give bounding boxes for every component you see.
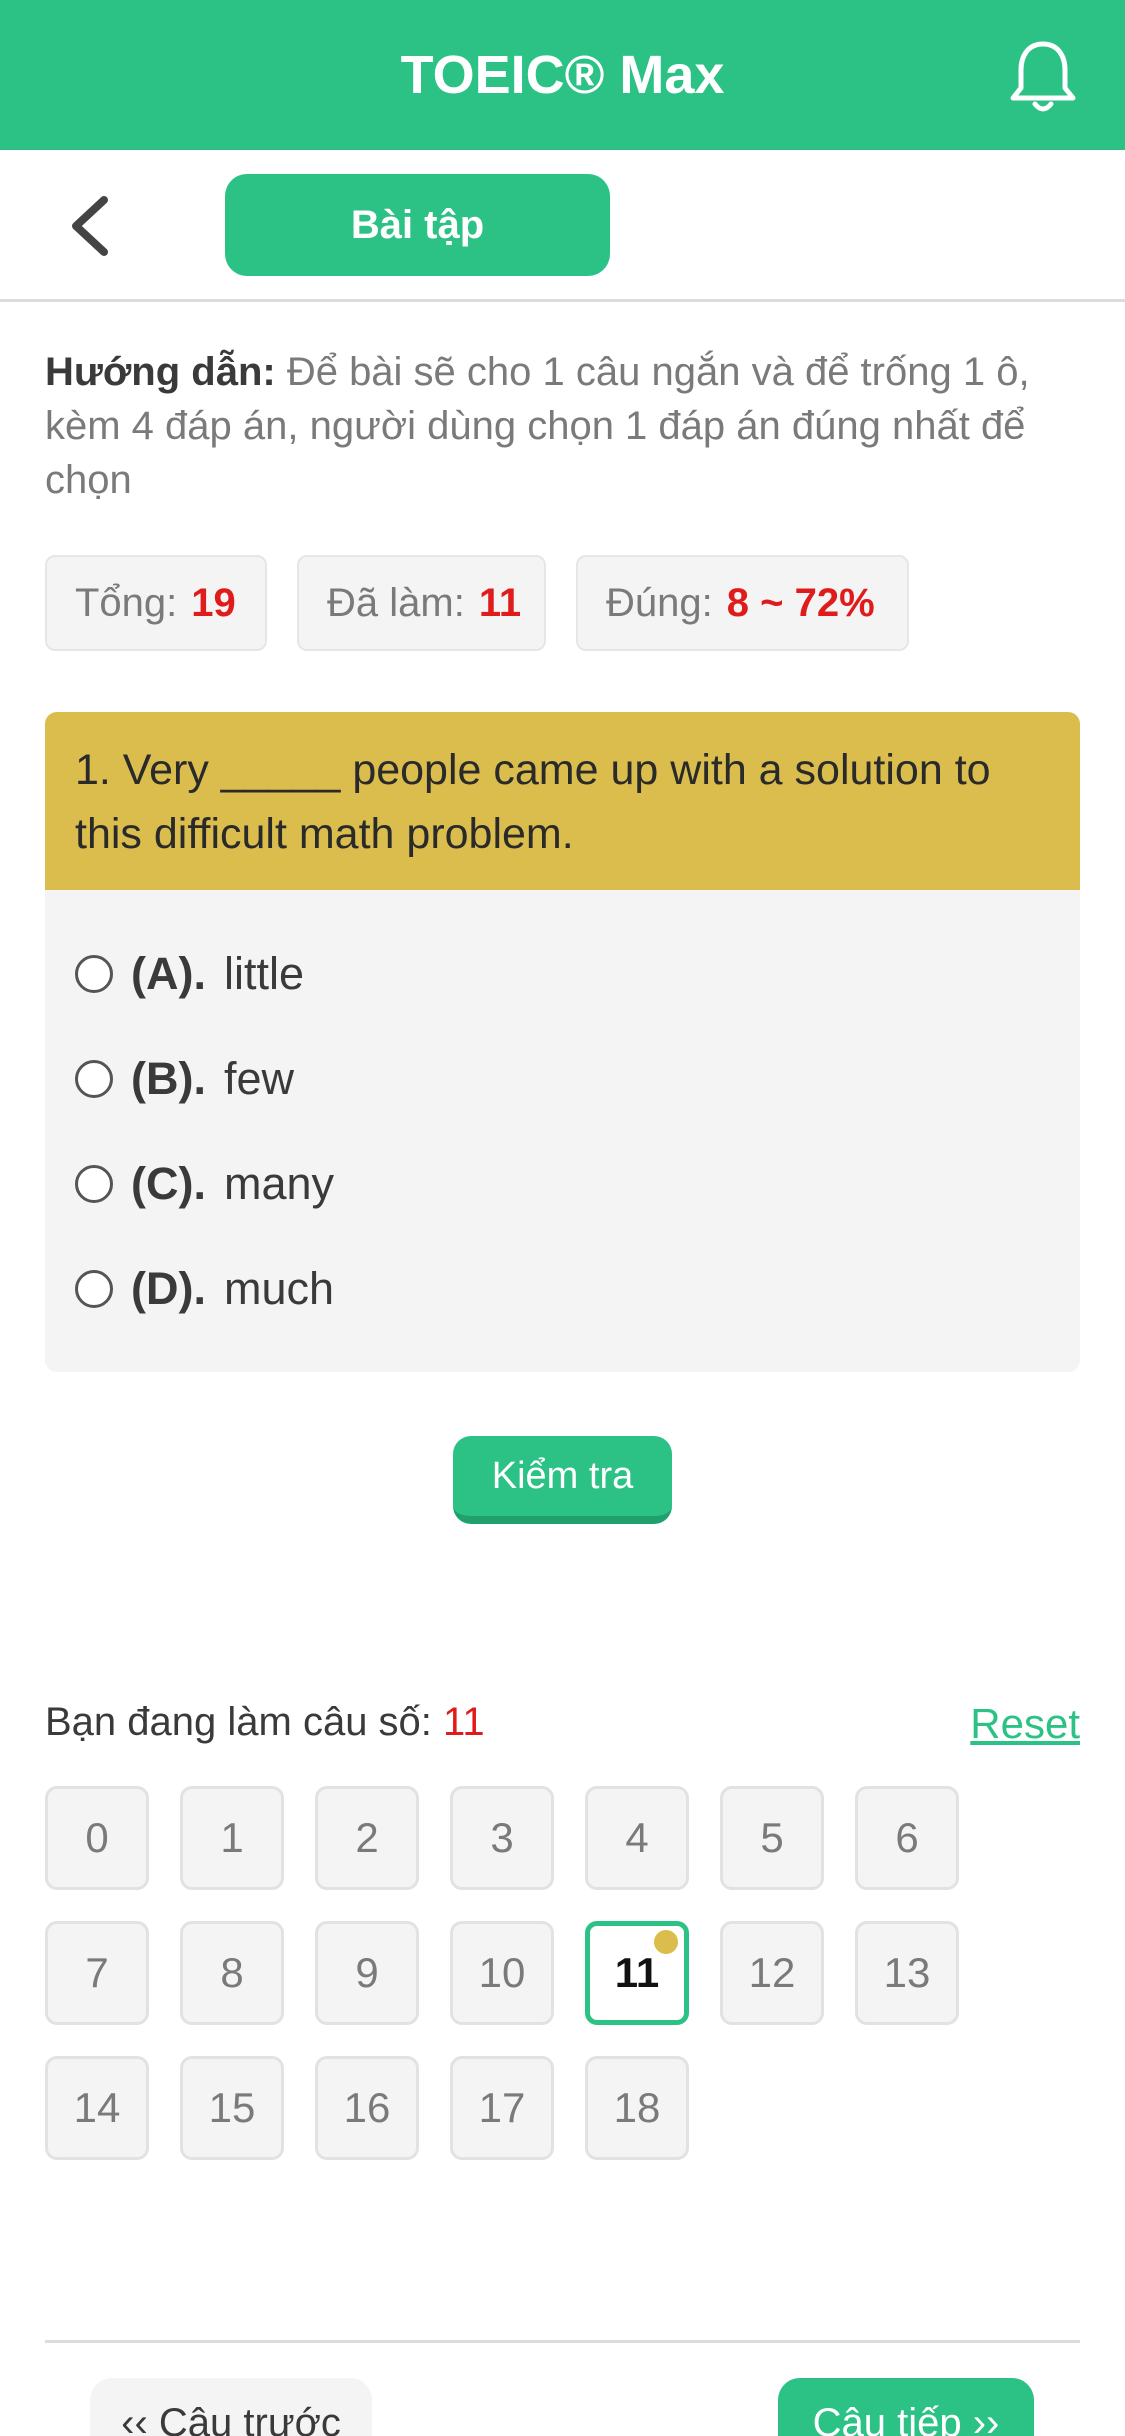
question-number-button[interactable]: 4	[585, 1786, 689, 1890]
next-question-button[interactable]: Câu tiếp ››	[778, 2378, 1034, 2436]
option-d[interactable]: (D). much	[75, 1259, 334, 1319]
question-number-button[interactable]: 18	[585, 2056, 689, 2160]
option-c[interactable]: (C). many	[75, 1154, 334, 1214]
option-text: many	[223, 1158, 335, 1209]
instructions-label: Hướng dẫn:	[45, 350, 276, 394]
check-button[interactable]: Kiểm tra	[453, 1436, 672, 1524]
question-number-button[interactable]: 17	[450, 2056, 554, 2160]
stat-correct-value: 8 ~ 72%	[726, 580, 875, 625]
current-question-label: Bạn đang làm câu số: 11	[45, 1700, 485, 1745]
stat-done-value: 11	[478, 580, 522, 625]
sub-header: Bài tập	[0, 150, 1125, 302]
current-question-text: Bạn đang làm câu số:	[45, 1700, 432, 1744]
question-number-button[interactable]: 11	[585, 1921, 689, 2025]
option-a[interactable]: (A). little	[75, 944, 304, 1004]
stat-correct-label: Đúng:	[606, 580, 713, 625]
option-key: (C).	[131, 1158, 206, 1209]
stat-done-label: Đã làm:	[327, 580, 465, 625]
question-number-button[interactable]: 9	[315, 1921, 419, 2025]
option-key: (D).	[131, 1263, 206, 1314]
current-question-number: 11	[443, 1700, 485, 1744]
stat-done: Đã làm: 11	[297, 555, 546, 651]
question-number-button[interactable]: 3	[450, 1786, 554, 1890]
stat-correct: Đúng: 8 ~ 72%	[576, 555, 909, 651]
question-number-button[interactable]: 16	[315, 2056, 419, 2160]
reset-link[interactable]: Reset	[970, 1700, 1080, 1748]
question-number-button[interactable]: 7	[45, 1921, 149, 2025]
question-text: 1. Very _____ people came up with a solu…	[45, 712, 1080, 890]
radio-button[interactable]	[75, 1270, 113, 1308]
bell-icon[interactable]	[1008, 38, 1078, 114]
question-card: 1. Very _____ people came up with a solu…	[45, 712, 1080, 1372]
stat-total: Tổng: 19	[45, 555, 267, 651]
previous-question-button[interactable]: ‹‹ Câu trước	[90, 2378, 372, 2436]
question-number-button[interactable]: 5	[720, 1786, 824, 1890]
option-key: (B).	[131, 1053, 206, 1104]
question-number-button[interactable]: 2	[315, 1786, 419, 1890]
option-key: (A).	[131, 948, 206, 999]
app-title: TOEIC® Max	[400, 45, 725, 105]
option-b[interactable]: (B). few	[75, 1049, 294, 1109]
question-number-button[interactable]: 14	[45, 2056, 149, 2160]
question-number-button[interactable]: 6	[855, 1786, 959, 1890]
question-number-button[interactable]: 8	[180, 1921, 284, 2025]
stat-total-label: Tổng:	[75, 580, 178, 625]
question-number-button[interactable]: 10	[450, 1921, 554, 2025]
question-number-button[interactable]: 0	[45, 1786, 149, 1890]
current-indicator-dot	[654, 1930, 678, 1954]
instructions: Hướng dẫn: Để bài sẽ cho 1 câu ngắn và đ…	[45, 345, 1080, 507]
option-text: much	[223, 1263, 335, 1314]
option-text: few	[223, 1053, 295, 1104]
question-number-button[interactable]: 13	[855, 1921, 959, 2025]
option-text: little	[223, 948, 305, 999]
question-number-button[interactable]: 1	[180, 1786, 284, 1890]
question-number-button[interactable]: 15	[180, 2056, 284, 2160]
stat-total-value: 19	[191, 580, 236, 625]
chevron-left-icon[interactable]	[62, 194, 122, 258]
radio-button[interactable]	[75, 1060, 113, 1098]
divider	[45, 2340, 1080, 2343]
exercise-tab-button[interactable]: Bài tập	[225, 174, 610, 276]
radio-button[interactable]	[75, 1165, 113, 1203]
question-number-button[interactable]: 12	[720, 1921, 824, 2025]
radio-button[interactable]	[75, 955, 113, 993]
app-header: TOEIC® Max	[0, 0, 1125, 150]
